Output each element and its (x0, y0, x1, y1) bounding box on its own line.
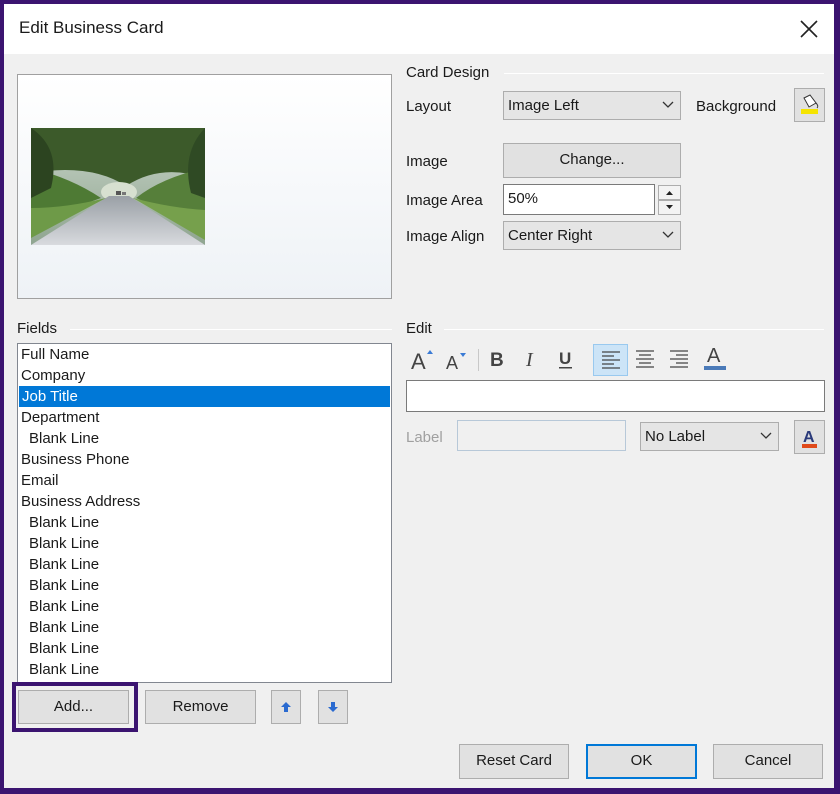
image-area-label: Image Area (406, 192, 483, 209)
move-up-button[interactable] (271, 690, 301, 724)
fields-list-item[interactable]: Blank Line (18, 428, 391, 449)
background-fill-icon (801, 94, 819, 114)
svg-text:A: A (707, 345, 721, 367)
fields-list-item[interactable]: Job Title (19, 386, 390, 407)
fields-list-item[interactable]: Blank Line (18, 554, 391, 575)
italic-icon: I (525, 349, 534, 371)
image-area-spin-down[interactable] (658, 200, 681, 215)
align-right-icon (670, 350, 688, 368)
spin-down-icon (666, 205, 673, 209)
edit-business-card-dialog: Edit Business Card Card Design Layout Im… (4, 4, 834, 788)
ok-button[interactable]: OK (586, 744, 697, 779)
image-area-spin-up[interactable] (658, 185, 681, 200)
grow-font-icon: A (411, 349, 433, 373)
label-position-select[interactable]: No Label (640, 422, 779, 451)
card-preview (17, 74, 392, 299)
reset-card-button[interactable]: Reset Card (459, 744, 569, 779)
svg-text:B: B (490, 350, 504, 371)
move-down-icon (328, 702, 338, 712)
fields-list[interactable]: Full Name Company Job Title Department Blank… (17, 343, 392, 683)
close-icon (800, 20, 818, 38)
grow-font-button[interactable]: A (406, 344, 438, 374)
fields-list-item[interactable]: Blank Line (18, 596, 391, 617)
chevron-down-icon (662, 231, 674, 238)
remove-field-button[interactable]: Remove (145, 690, 256, 724)
chevron-down-icon (662, 101, 674, 108)
svg-text:U: U (559, 349, 571, 368)
image-label: Image (406, 153, 448, 170)
fields-list-item[interactable]: Business Address (18, 491, 391, 512)
title-bar: Edit Business Card (4, 4, 834, 54)
window-title: Edit Business Card (19, 18, 164, 37)
card-design-group-label: Card Design (406, 64, 490, 81)
background-button[interactable] (794, 88, 825, 122)
change-image-button[interactable]: Change... (503, 143, 681, 178)
add-button-highlight-frame (12, 682, 138, 732)
card-image (31, 128, 205, 245)
fields-list-item[interactable]: Company (18, 365, 391, 386)
svg-text:A: A (446, 353, 458, 373)
card-design-divider (504, 73, 824, 74)
svg-text:A: A (803, 429, 815, 446)
fields-list-item[interactable]: Blank Line (18, 638, 391, 659)
bold-icon: B (490, 350, 504, 371)
label-position-value: No Label (645, 428, 706, 445)
bold-button[interactable]: B (481, 344, 513, 374)
font-color-icon: A (704, 345, 726, 370)
font-color-button[interactable]: A (698, 342, 732, 372)
shrink-font-icon: A (446, 353, 466, 373)
image-align-label: Image Align (406, 228, 485, 245)
spin-up-icon (666, 191, 673, 195)
fields-list-item[interactable]: Full Name (18, 344, 391, 365)
fields-list-item[interactable]: Blank Line (18, 512, 391, 533)
svg-text:I: I (525, 349, 534, 371)
fields-group-label: Fields (17, 320, 58, 337)
edit-divider (444, 329, 824, 330)
fields-list-item[interactable]: Blank Line (18, 617, 391, 638)
toolbar-separator (478, 349, 479, 371)
move-up-icon (281, 702, 291, 712)
svg-text:A: A (411, 349, 426, 373)
align-left-icon (601, 351, 620, 369)
layout-select[interactable]: Image Left (503, 91, 681, 120)
image-align-select-value: Center Right (508, 227, 593, 244)
fields-list-item[interactable]: Business Phone (18, 449, 391, 470)
image-area-value: 50% (508, 190, 539, 207)
move-down-button[interactable] (318, 690, 348, 724)
fields-list-item[interactable]: Email (18, 470, 391, 491)
fields-list-item[interactable]: Blank Line (18, 533, 391, 554)
align-center-button[interactable] (629, 344, 661, 374)
edit-group-label: Edit (406, 320, 432, 337)
fields-list-item[interactable]: Blank Line (18, 575, 391, 596)
label-label: Label (406, 429, 443, 446)
underline-icon: U (559, 349, 572, 369)
label-text-input[interactable] (457, 420, 626, 451)
label-color-icon: A (802, 429, 817, 448)
italic-button[interactable]: I (515, 344, 547, 374)
image-area-input[interactable]: 50% (503, 184, 655, 215)
align-center-icon (636, 350, 654, 368)
shrink-font-button[interactable]: A (440, 344, 472, 374)
cancel-button[interactable]: Cancel (713, 744, 823, 779)
layout-select-value: Image Left (508, 97, 579, 114)
underline-button[interactable]: U (550, 344, 582, 374)
close-button[interactable] (796, 16, 822, 42)
align-right-button[interactable] (663, 344, 695, 374)
chevron-down-icon (760, 432, 772, 439)
fields-divider (70, 329, 392, 330)
layout-label: Layout (406, 98, 452, 115)
field-text-input[interactable] (406, 380, 825, 412)
fields-list-item[interactable]: Department (18, 407, 391, 428)
fields-list-item[interactable]: Blank Line (18, 659, 391, 680)
align-left-button[interactable] (593, 344, 628, 376)
image-align-select[interactable]: Center Right (503, 221, 681, 250)
background-label: Background (696, 98, 777, 115)
label-color-button[interactable]: A (794, 420, 825, 454)
